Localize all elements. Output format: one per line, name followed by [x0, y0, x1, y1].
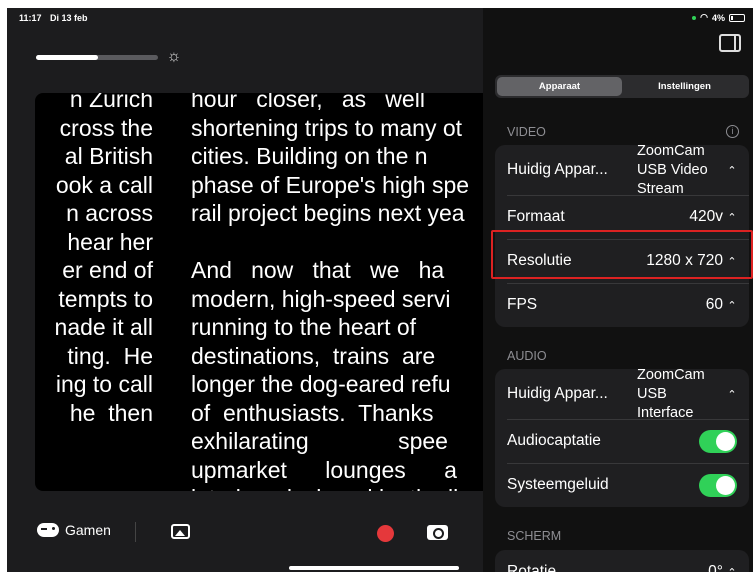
status-time: 11:17: [19, 13, 42, 23]
chevron-updown-icon: ⌃: [727, 164, 737, 177]
fps-value: 60: [705, 296, 723, 313]
settings-panel: ◠ 4% Apparaat Instellingen VIDEO i Huidi…: [483, 8, 753, 572]
camera-icon[interactable]: [427, 525, 448, 540]
video-device-value: ZoomCam USB Video Stream: [637, 145, 708, 195]
systemsound-row: Systeemgeluid: [495, 463, 749, 507]
camera-text-left: n Zurich cross the al British ook a call…: [54, 93, 153, 426]
chevron-updown-icon: ⌃: [727, 211, 737, 224]
record-button[interactable]: [377, 525, 394, 542]
rotation-label: Rotatie: [507, 563, 557, 572]
video-section-label: VIDEO: [507, 125, 546, 139]
status-bar-right: ◠ 4%: [692, 12, 745, 23]
video-group: Huidig Appar... ZoomCam USB Video Stream…: [495, 145, 749, 327]
fps-label: FPS: [507, 296, 538, 313]
video-device-label: Huidig Appar...: [507, 161, 608, 178]
systemsound-toggle[interactable]: [699, 473, 737, 497]
brightness-slider[interactable]: [36, 55, 158, 60]
resolution-value: 1280 x 720: [646, 252, 723, 269]
info-icon[interactable]: i: [726, 125, 739, 138]
gamen-label: Gamen: [65, 522, 111, 538]
camera-pane: 11:17 Di 13 feb ☼ n Zurich cross the al …: [7, 8, 491, 572]
status-date: Di 13 feb: [50, 13, 88, 23]
audio-device-value: ZoomCam USB Interface: [637, 369, 705, 419]
sidebar-toggle-icon[interactable]: [719, 34, 741, 52]
battery-icon: [729, 13, 745, 22]
audio-device-row[interactable]: Huidig Appar... ZoomCam USB Interface ⌃: [495, 369, 749, 419]
app-screen: 11:17 Di 13 feb ☼ n Zurich cross the al …: [7, 8, 753, 572]
brightness-icon: ☼: [166, 48, 182, 65]
format-value: 420v: [689, 208, 723, 225]
audiocapture-label: Audiocaptatie: [507, 432, 601, 449]
mic-indicator-icon: [692, 15, 697, 20]
home-indicator[interactable]: [289, 566, 459, 570]
rotation-value: 0°: [708, 563, 723, 572]
audiocapture-toggle[interactable]: [699, 429, 737, 453]
toolbar-divider: [135, 522, 136, 542]
chevron-updown-icon: ⌃: [727, 299, 737, 312]
screen-section-label: SCHERM: [507, 529, 562, 543]
resolution-row[interactable]: Resolutie 1280 x 720 ⌃: [495, 239, 749, 283]
camera-text-right: hour closer, as well shortening trips to…: [191, 93, 470, 491]
format-label: Formaat: [507, 208, 565, 225]
audio-group: Huidig Appar... ZoomCam USB Interface ⌃ …: [495, 369, 749, 507]
chevron-updown-icon: ⌃: [727, 566, 737, 572]
audio-device-label: Huidig Appar...: [507, 385, 608, 402]
rotation-row[interactable]: Rotatie 0° ⌃: [495, 550, 749, 572]
bottom-toolbar: Gamen ⋮: [7, 518, 491, 558]
screen-group: Rotatie 0° ⌃: [495, 550, 749, 572]
video-device-row[interactable]: Huidig Appar... ZoomCam USB Video Stream…: [495, 145, 749, 195]
camera-preview[interactable]: n Zurich cross the al British ook a call…: [35, 93, 485, 491]
gamen-button[interactable]: Gamen: [37, 522, 111, 538]
chevron-updown-icon: ⌃: [727, 255, 737, 268]
tab-apparaat[interactable]: Apparaat: [497, 77, 622, 96]
resolution-label: Resolutie: [507, 252, 572, 269]
systemsound-label: Systeemgeluid: [507, 476, 609, 493]
format-row[interactable]: Formaat 420v ⌃: [495, 195, 749, 239]
audiocapture-row: Audiocaptatie: [495, 419, 749, 463]
audio-section-label: AUDIO: [507, 349, 547, 363]
fps-row[interactable]: FPS 60 ⌃: [495, 283, 749, 327]
tab-instellingen[interactable]: Instellingen: [622, 77, 747, 96]
gamepad-icon: [37, 523, 59, 537]
status-bar-left: 11:17 Di 13 feb: [19, 13, 94, 23]
brightness-slider-fill: [36, 55, 98, 60]
wifi-icon: ◠: [700, 12, 708, 22]
battery-percent: 4%: [711, 12, 725, 23]
segmented-control: Apparaat Instellingen: [495, 75, 749, 98]
photo-icon[interactable]: [171, 524, 190, 539]
chevron-updown-icon: ⌃: [727, 388, 737, 401]
